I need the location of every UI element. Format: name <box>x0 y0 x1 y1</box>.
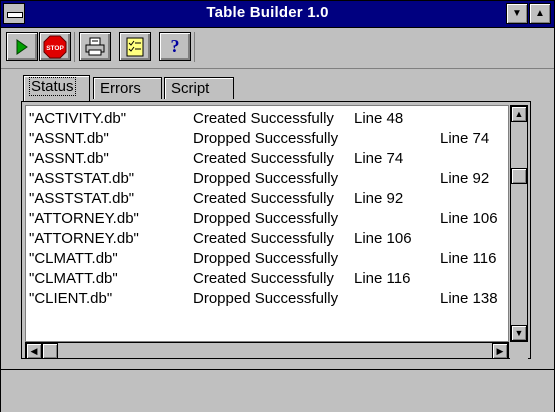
title-bar[interactable]: Table Builder 1.0 ▼ ▲ <box>1 1 554 28</box>
status-text: Dropped Successfully <box>193 250 339 267</box>
file-name: "CLMATT.db" <box>29 250 118 267</box>
file-name: "ATTORNEY.db" <box>29 230 139 247</box>
checklist-icon <box>126 37 144 56</box>
file-name: "ASSNT.db" <box>29 130 109 147</box>
status-text: Created Successfully <box>193 230 334 247</box>
status-text: Dropped Successfully <box>193 170 339 187</box>
line-number: Line 92 <box>440 170 490 187</box>
status-text: Created Successfully <box>193 150 334 167</box>
status-text: Dropped Successfully <box>193 290 339 307</box>
vertical-scroll-thumb[interactable] <box>511 168 527 184</box>
scrollbar-corner <box>510 342 528 359</box>
tab-status[interactable]: Status <box>23 75 90 101</box>
file-name: "ASSTSTAT.db" <box>29 170 135 187</box>
window-title: Table Builder 1.0 <box>206 4 329 21</box>
line-number: Line 48 <box>354 110 404 127</box>
help-icon: ? <box>170 36 180 56</box>
minimize-button[interactable]: ▼ <box>506 3 528 24</box>
file-name: "CLIENT.db" <box>29 290 113 307</box>
printer-icon <box>85 37 105 55</box>
tab-strip: Status Errors Script <box>1 71 554 101</box>
line-number: Line 116 <box>354 270 411 287</box>
print-button[interactable] <box>79 32 111 61</box>
file-name: "ACTIVITY.db" <box>29 110 127 127</box>
stop-button[interactable]: STOP <box>39 32 71 61</box>
table-builder-window: Table Builder 1.0 ▼ ▲ STOP ? Status Erro… <box>0 0 555 412</box>
checklist-button[interactable] <box>119 32 151 61</box>
status-text: Dropped Successfully <box>193 130 339 147</box>
play-icon <box>16 38 28 55</box>
horizontal-scroll-thumb[interactable] <box>42 343 58 359</box>
file-name: "CLMATT.db" <box>29 270 118 287</box>
line-number: Line 92 <box>354 190 404 207</box>
file-name: "ATTORNEY.db" <box>29 210 139 227</box>
tab-errors[interactable]: Errors <box>93 77 162 99</box>
status-text: Created Successfully <box>193 270 334 287</box>
system-menu-icon[interactable] <box>3 3 25 24</box>
scroll-left-button[interactable]: ◀ <box>26 343 42 359</box>
scroll-right-button[interactable]: ▶ <box>492 343 508 359</box>
help-button[interactable]: ? <box>159 32 191 61</box>
vertical-scrollbar[interactable]: ▲ ▼ <box>510 105 528 342</box>
maximize-button[interactable]: ▲ <box>529 3 551 24</box>
line-number: Line 116 <box>440 250 497 267</box>
toolbar: STOP ? <box>1 28 554 69</box>
status-text: Created Successfully <box>193 110 334 127</box>
status-log-list[interactable]: "ACTIVITY.db" Created Successfully Line … <box>25 105 509 342</box>
toolbar-separator <box>194 32 195 62</box>
line-number: Line 74 <box>354 150 404 167</box>
status-bar <box>1 369 554 412</box>
scroll-down-button[interactable]: ▼ <box>511 325 527 341</box>
file-name: "ASSTSTAT.db" <box>29 190 135 207</box>
status-panel: "ACTIVITY.db" Created Successfully Line … <box>21 101 531 359</box>
scroll-up-button[interactable]: ▲ <box>511 106 527 122</box>
file-name: "ASSNT.db" <box>29 150 109 167</box>
line-number: Line 138 <box>440 290 498 307</box>
status-text: Created Successfully <box>193 190 334 207</box>
run-button[interactable] <box>6 32 38 61</box>
line-number: Line 106 <box>440 210 498 227</box>
line-number: Line 74 <box>440 130 490 147</box>
toolbar-separator <box>74 32 75 62</box>
horizontal-scrollbar[interactable]: ◀ ▶ <box>25 342 509 359</box>
tab-script[interactable]: Script <box>164 77 234 99</box>
line-number: Line 106 <box>354 230 412 247</box>
stop-label: STOP <box>46 45 64 52</box>
status-text: Dropped Successfully <box>193 210 339 227</box>
stop-sign-icon: STOP <box>43 35 67 58</box>
